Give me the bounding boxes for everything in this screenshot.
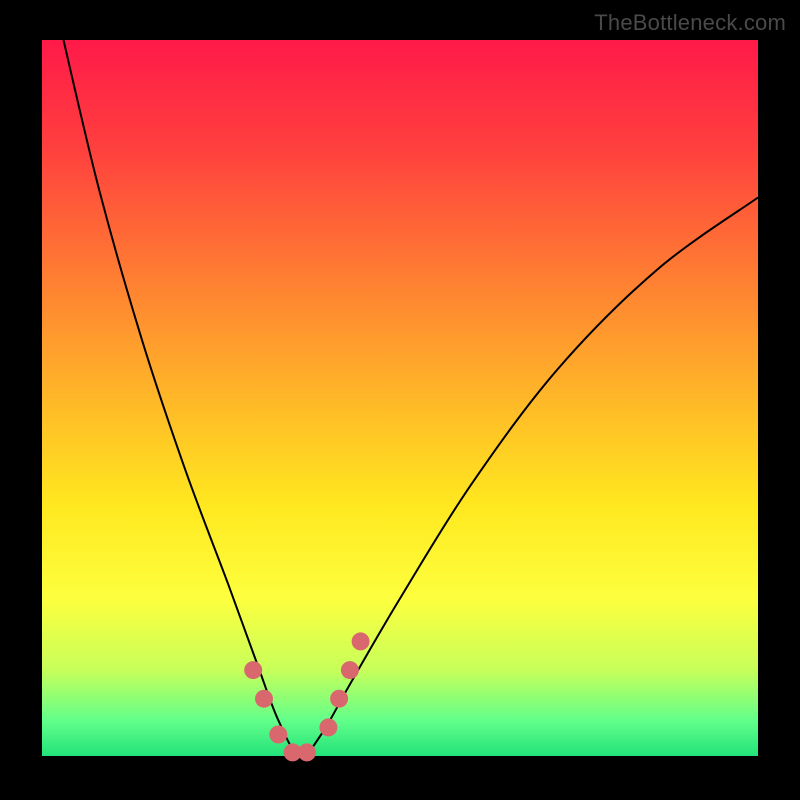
highlight-marker xyxy=(319,718,337,736)
bottleneck-curve xyxy=(64,40,759,756)
highlight-marker xyxy=(330,690,348,708)
highlight-marker xyxy=(298,743,316,761)
highlight-markers xyxy=(244,632,369,761)
highlight-marker xyxy=(255,690,273,708)
curve-svg xyxy=(42,40,758,756)
highlight-marker xyxy=(352,632,370,650)
highlight-marker xyxy=(341,661,359,679)
watermark-text: TheBottleneck.com xyxy=(594,10,786,36)
plot-area xyxy=(42,40,758,756)
chart-frame: TheBottleneck.com xyxy=(0,0,800,800)
highlight-marker xyxy=(269,726,287,744)
highlight-marker xyxy=(244,661,262,679)
